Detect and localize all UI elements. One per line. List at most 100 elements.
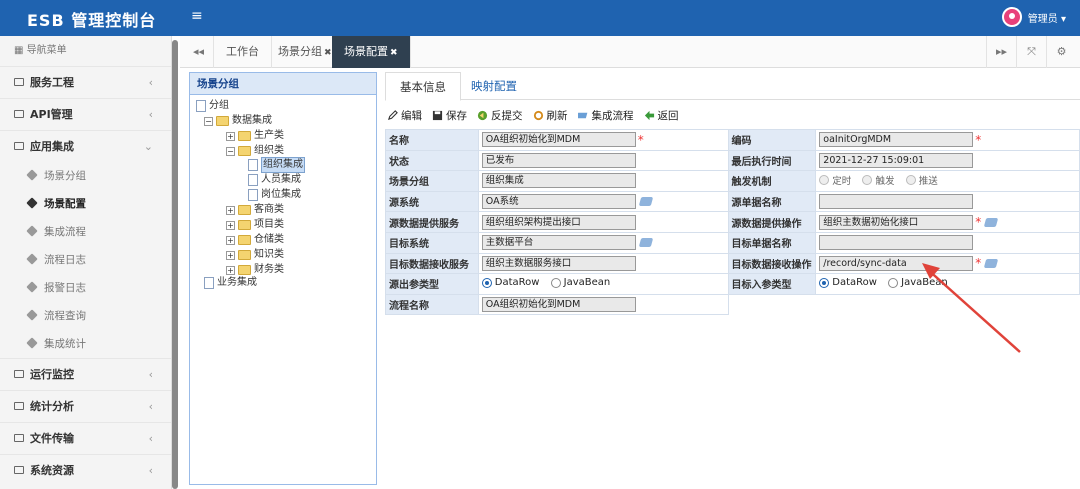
tab-mapping-config[interactable]: 映射配置 <box>457 72 531 101</box>
source-doc-name-field[interactable] <box>819 194 974 210</box>
source-operation-field[interactable]: 组织主数据初始化接口 <box>819 214 974 230</box>
menu-app-integration[interactable]: 应用集成 ⌄ <box>0 130 171 162</box>
trigger-radio-event[interactable]: 触发 <box>862 173 895 187</box>
back-button[interactable]: 返回 <box>644 108 679 123</box>
tree-node-project[interactable]: + 项目类 <box>226 218 284 232</box>
sidebar-item-alarm-log[interactable]: 报警日志 <box>0 274 171 302</box>
label-trigger: 触发机制 <box>727 170 817 192</box>
tree-node-post-integration[interactable]: 岗位集成 <box>248 188 301 202</box>
expand-icon[interactable]: + <box>226 220 235 230</box>
collapse-icon[interactable]: − <box>204 116 213 126</box>
tab-basic-info[interactable]: 基本信息 <box>385 72 461 101</box>
scene-group-field[interactable]: 组织集成 <box>481 173 636 189</box>
target-system-field[interactable]: 主数据平台 <box>481 235 636 251</box>
sidebar-item-flow-query[interactable]: 流程查询 <box>0 302 171 330</box>
collapse-icon[interactable]: − <box>226 146 235 156</box>
tree-node-root[interactable]: 分组 <box>196 99 229 113</box>
menu-file-transfer[interactable]: 文件传输 ‹ <box>0 422 171 454</box>
sidebar-item-flow-log[interactable]: 流程日志 <box>0 246 171 274</box>
menu-service-project[interactable]: 服务工程 ‹ <box>0 66 171 98</box>
gear-icon[interactable]: ⚙ <box>1046 36 1076 68</box>
label-source-system: 源系统 <box>385 190 479 213</box>
trigger-radio-schedule[interactable]: 定时 <box>819 173 851 187</box>
save-button[interactable]: 保存 <box>432 108 467 123</box>
scene-group-tree-panel: 场景分组 分组 − 数据集成 + 生产类 − 组织类 组织集成 人员集成 岗位集成 +… <box>189 72 377 485</box>
lookup-icon[interactable] <box>638 197 653 207</box>
sidebar-item-scene-group[interactable]: 场景分组 <box>0 162 171 190</box>
menu-analysis[interactable]: 统计分析 ‹ <box>0 390 171 422</box>
user-name[interactable]: 管理员 ▾ <box>1028 10 1066 25</box>
integration-flow-button[interactable]: 集成流程 <box>577 108 634 123</box>
lookup-icon[interactable] <box>984 258 999 268</box>
label-source-doc-name: 源单据名称 <box>727 190 817 213</box>
sidebar-scrollbar[interactable] <box>172 40 178 489</box>
source-service-field[interactable]: 组织组织架构提出接口 <box>481 214 636 230</box>
menu-api[interactable]: API管理 ‹ <box>0 98 171 130</box>
tree-node-business-integration[interactable]: 业务集成 <box>204 276 257 290</box>
undo-icon <box>477 110 488 120</box>
folder-icon <box>14 402 24 410</box>
edit-button[interactable]: 编辑 <box>387 108 422 123</box>
label-output-param-type: 源出参类型 <box>385 273 479 295</box>
trigger-radio-push[interactable]: 推送 <box>905 173 938 187</box>
document-icon <box>196 100 206 112</box>
tab-scene-config[interactable]: 场景配置 ✖ <box>332 36 411 68</box>
target-doc-name-field[interactable] <box>819 235 974 251</box>
sidebar-item-flow[interactable]: 集成流程 <box>0 218 171 246</box>
unsubmit-button[interactable]: 反提交 <box>477 108 523 123</box>
refresh-button[interactable]: 刷新 <box>533 108 568 123</box>
lookup-icon[interactable] <box>984 217 999 227</box>
close-icon[interactable]: ✖ <box>390 48 398 58</box>
source-system-field[interactable]: OA系统 <box>481 194 636 210</box>
sidebar-item-stats[interactable]: 集成统计 <box>0 330 171 358</box>
close-icon[interactable]: ✖ <box>324 48 332 58</box>
fullscreen-icon[interactable]: ⤧ <box>1016 36 1046 68</box>
chevron-left-icon: ‹ <box>148 400 153 413</box>
tab-workbench[interactable]: 工作台 <box>214 36 272 68</box>
document-icon <box>248 159 258 171</box>
tree-node-production[interactable]: + 生产类 <box>226 129 284 143</box>
tree-node-person-integration[interactable]: 人员集成 <box>248 173 301 187</box>
name-field[interactable]: OA组织初始化到MDM <box>481 132 636 148</box>
avatar-icon <box>1001 7 1022 27</box>
label-scene-group: 场景分组 <box>385 170 479 192</box>
tree-node-knowledge[interactable]: + 知识类 <box>226 248 284 262</box>
label-target-operation: 目标数据接收操作 <box>727 252 817 275</box>
expand-icon[interactable]: + <box>226 205 235 215</box>
flow-name-field[interactable]: OA组织初始化到MDM <box>481 297 636 313</box>
expand-icon[interactable]: + <box>226 250 235 260</box>
tab-scroll-right-button[interactable]: ▸▸ <box>986 36 1016 68</box>
tree-node-merchant[interactable]: + 客商类 <box>226 203 284 217</box>
sidebar-item-scene-config[interactable]: 场景配置 <box>0 190 171 218</box>
tree-node-finance[interactable]: + 财务类 <box>226 263 284 277</box>
menu-toggle-button[interactable]: ≡ <box>191 8 203 24</box>
tree-node-org-integration[interactable]: 组织集成 <box>248 157 305 173</box>
pencil-icon <box>387 109 398 120</box>
menu-monitor[interactable]: 运行监控 ‹ <box>0 358 171 390</box>
output-radio-javabean[interactable]: JavaBean <box>550 277 610 288</box>
menu-system-resource[interactable]: 系统资源 ‹ <box>0 454 171 486</box>
target-service-field[interactable]: 组织主数据服务接口 <box>481 255 636 271</box>
pin-icon <box>26 337 38 349</box>
input-radio-javabean[interactable]: JavaBean <box>888 277 948 288</box>
grid-icon: ▦ <box>14 45 27 56</box>
expand-icon[interactable]: + <box>226 235 235 245</box>
tree-node-warehouse[interactable]: + 仓储类 <box>226 233 284 247</box>
output-radio-datarow[interactable]: DataRow <box>481 277 539 288</box>
target-operation-field[interactable]: /record/sync-data <box>819 255 974 271</box>
folder-icon <box>14 370 24 378</box>
tab-scroll-left-button[interactable]: ◂◂ <box>184 36 214 68</box>
user-menu[interactable]: 管理员 ▾ <box>1001 7 1066 27</box>
document-icon <box>204 277 214 289</box>
code-field[interactable]: oaInitOrgMDM <box>819 132 974 148</box>
refresh-icon <box>533 110 543 120</box>
folder-icon <box>238 205 251 215</box>
chevron-left-icon: ‹ <box>148 108 153 121</box>
pin-icon <box>26 197 38 209</box>
expand-icon[interactable]: + <box>226 265 235 275</box>
lookup-icon[interactable] <box>638 238 653 248</box>
tree-node-data-integration[interactable]: − 数据集成 <box>204 114 272 128</box>
tree-node-organization[interactable]: − 组织类 <box>226 144 284 158</box>
input-radio-datarow[interactable]: DataRow <box>819 277 877 288</box>
expand-icon[interactable]: + <box>226 131 235 141</box>
